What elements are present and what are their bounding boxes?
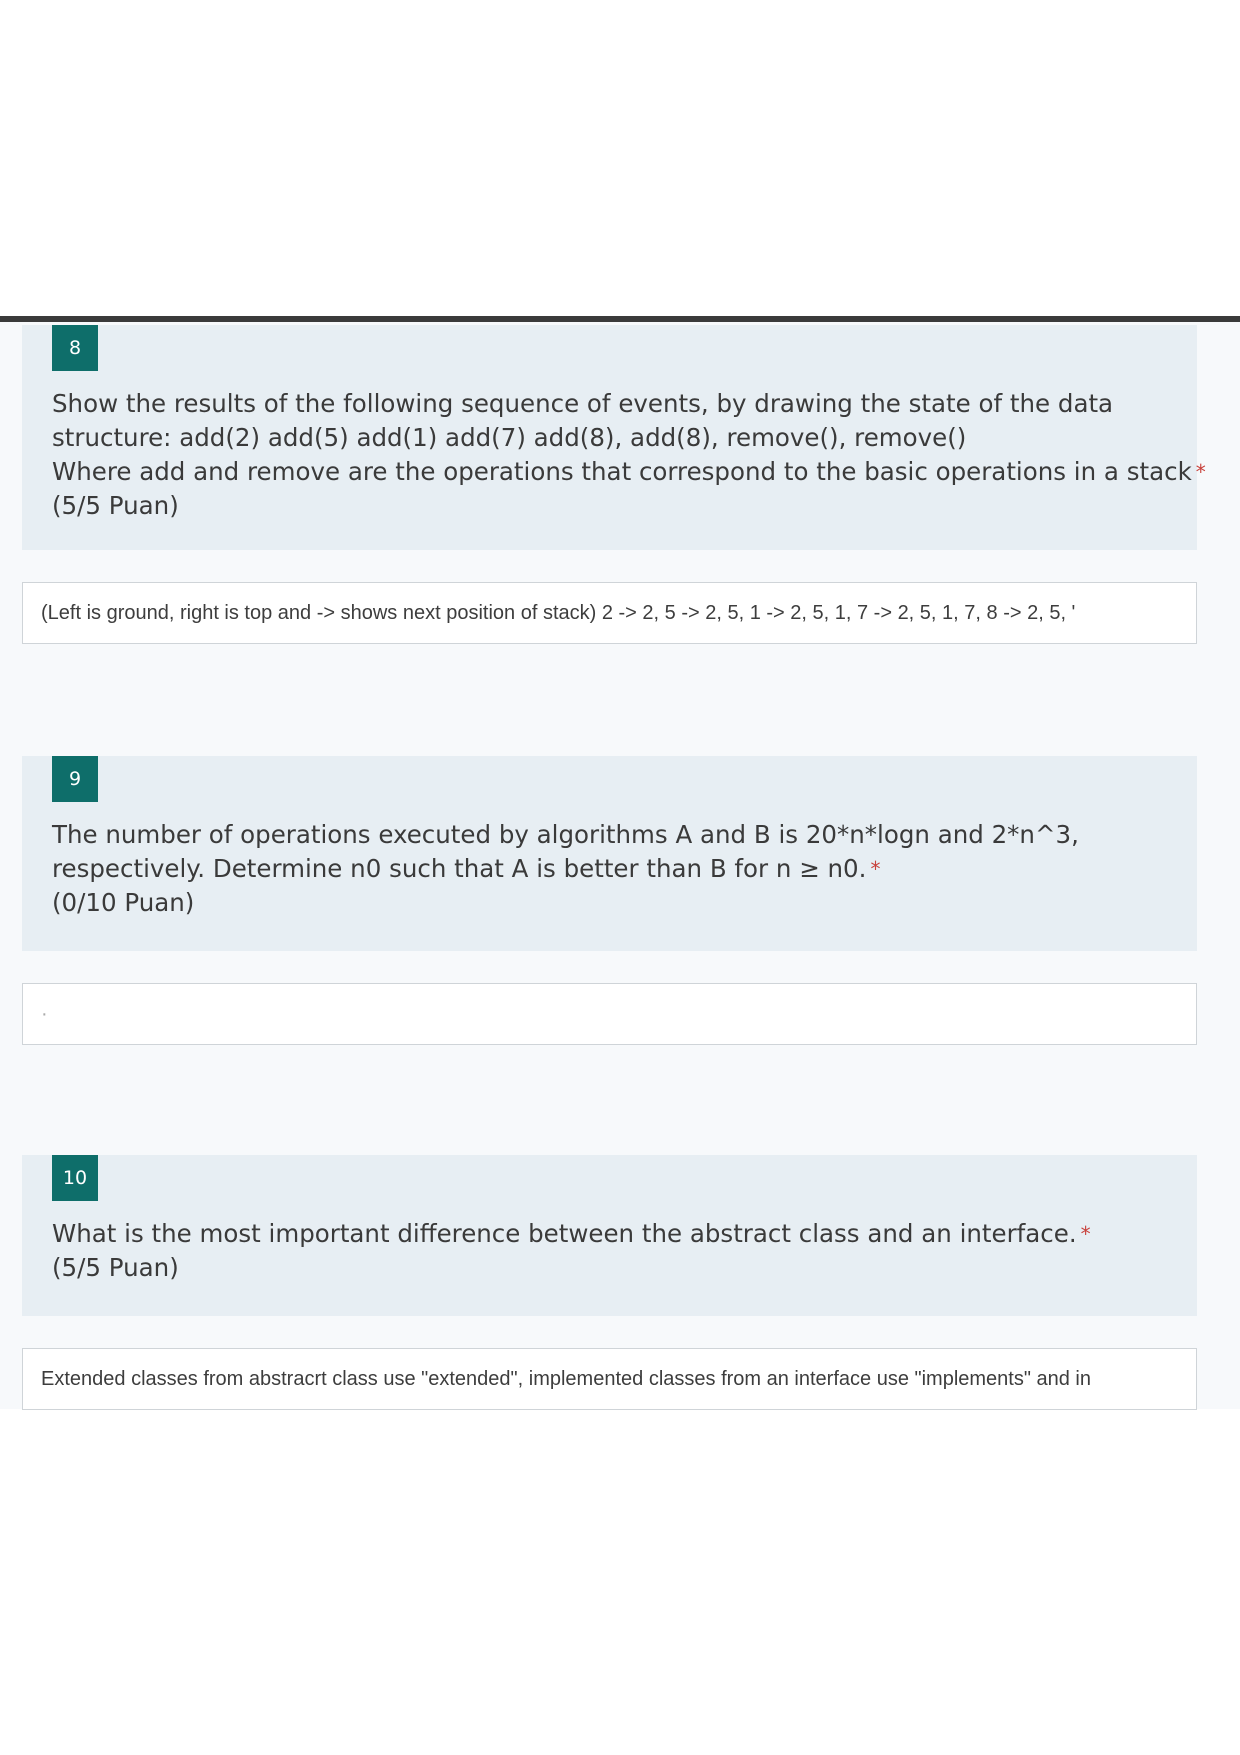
question-line: Where add and remove are the operations … [52, 455, 1206, 489]
answer-field-9[interactable]: · [22, 983, 1197, 1045]
answer-field-8[interactable]: (Left is ground, right is top and -> sho… [22, 582, 1197, 644]
question-10: 10 What is the most important difference… [22, 1155, 1197, 1316]
question-points: (5/5 Puan) [52, 491, 179, 520]
blank-bottom-area [0, 1409, 1240, 1755]
question-line-text: respectively. Determine n0 such that A i… [52, 854, 867, 883]
question-points: (5/5 Puan) [52, 1253, 179, 1282]
question-line: respectively. Determine n0 such that A i… [52, 852, 1167, 886]
question-number-badge: 10 [52, 1155, 98, 1201]
answer-field-10[interactable]: Extended classes from abstracrt class us… [22, 1348, 1197, 1410]
question-points: (0/10 Puan) [52, 888, 195, 917]
question-9: 9 The number of operations executed by a… [22, 756, 1197, 951]
question-text: The number of operations executed by alg… [52, 818, 1167, 920]
question-number-badge: 8 [52, 325, 98, 371]
question-text: Show the results of the following sequen… [52, 387, 1206, 523]
question-line-text: Where add and remove are the operations … [52, 457, 1192, 486]
question-line: structure: add(2) add(5) add(1) add(7) a… [52, 423, 967, 452]
question-8: 8 Show the results of the following sequ… [22, 325, 1206, 550]
required-marker: * [1195, 460, 1206, 484]
question-number-badge: 9 [52, 756, 98, 802]
required-marker: * [870, 857, 881, 881]
question-line: What is the most important difference be… [52, 1217, 1167, 1251]
question-line: Show the results of the following sequen… [52, 389, 1114, 418]
required-marker: * [1080, 1222, 1091, 1246]
blank-top-area [0, 0, 1240, 316]
question-line-text: What is the most important difference be… [52, 1219, 1077, 1248]
question-text: What is the most important difference be… [52, 1217, 1167, 1285]
question-line: The number of operations executed by alg… [52, 820, 1079, 849]
